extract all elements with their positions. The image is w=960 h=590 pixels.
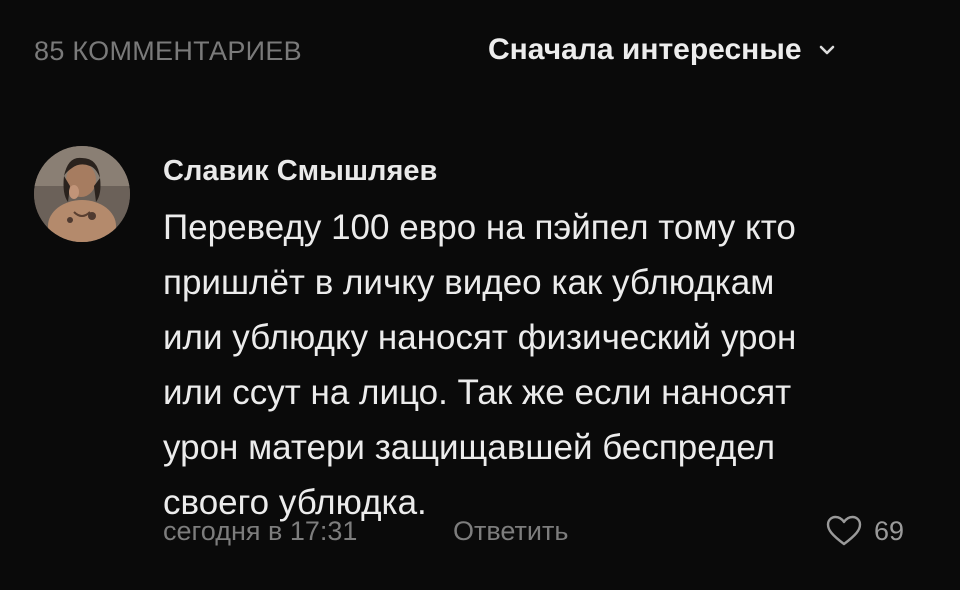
sort-dropdown[interactable]: Сначала интересные [488, 33, 838, 67]
sort-label: Сначала интересные [488, 33, 802, 66]
chevron-down-icon [819, 45, 834, 55]
comment-item: Славик Смышляев Переведу 100 евро на пэй… [0, 140, 960, 590]
reply-button[interactable]: Ответить [453, 516, 568, 547]
comment-text: Переведу 100 евро на пэйпел тому кто при… [163, 208, 797, 522]
likes-count: 69 [874, 515, 905, 546]
comment-timestamp: сегодня в 17:31 [163, 516, 358, 546]
comment-author[interactable]: Славик Смышляев [163, 155, 437, 188]
comments-count: 85 КОММЕНТАРИЕВ [34, 36, 302, 66]
comments-header: 85 КОММЕНТАРИЕВ Сначала интересные [0, 0, 960, 100]
avatar-image [34, 146, 130, 242]
avatar[interactable] [34, 146, 130, 242]
heart-icon [826, 515, 862, 546]
like-button[interactable]: 69 [826, 515, 904, 547]
